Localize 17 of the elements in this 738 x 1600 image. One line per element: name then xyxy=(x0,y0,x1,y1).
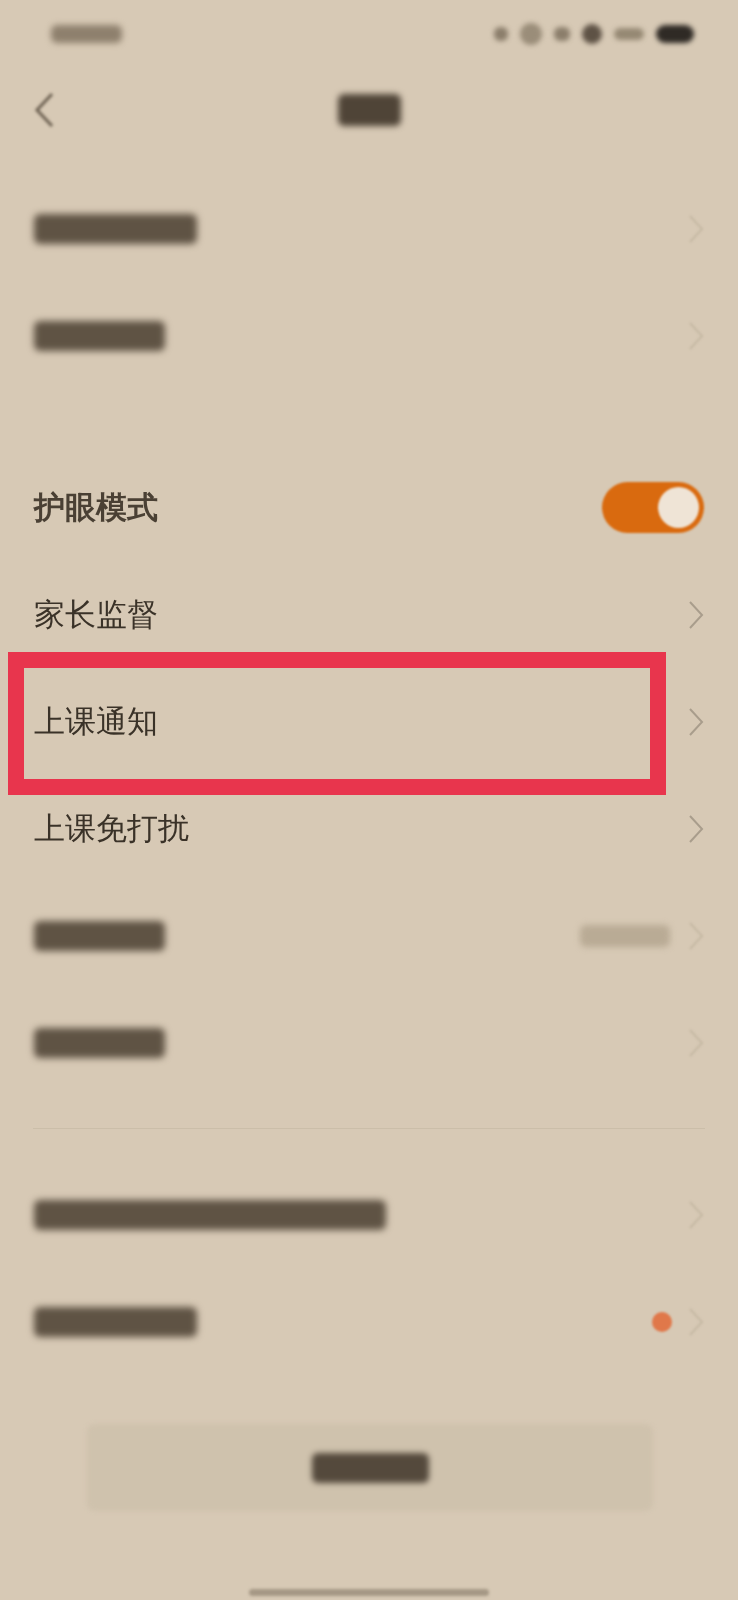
back-icon[interactable] xyxy=(33,91,55,129)
blurred-status-icon xyxy=(494,27,508,41)
blurred-title xyxy=(337,94,401,126)
blurred-status-icon xyxy=(554,27,570,41)
toggle-switch[interactable] xyxy=(602,482,704,533)
blurred-status-icon xyxy=(614,28,644,40)
menu-item[interactable]: 家长监督 xyxy=(34,595,158,634)
blurred-status-icon xyxy=(582,24,602,44)
blurred-battery-icon xyxy=(656,25,694,43)
chevron-icon xyxy=(688,706,704,737)
blurred-status-icon xyxy=(520,23,542,45)
chevron-icon xyxy=(688,599,704,630)
menu-item[interactable]: 上课通知 xyxy=(34,702,158,741)
menu-item[interactable]: 上课免打扰 xyxy=(34,809,189,848)
setting-label: 护眼模式 xyxy=(34,488,158,527)
blurred-time xyxy=(51,25,122,43)
chevron-icon xyxy=(688,813,704,844)
